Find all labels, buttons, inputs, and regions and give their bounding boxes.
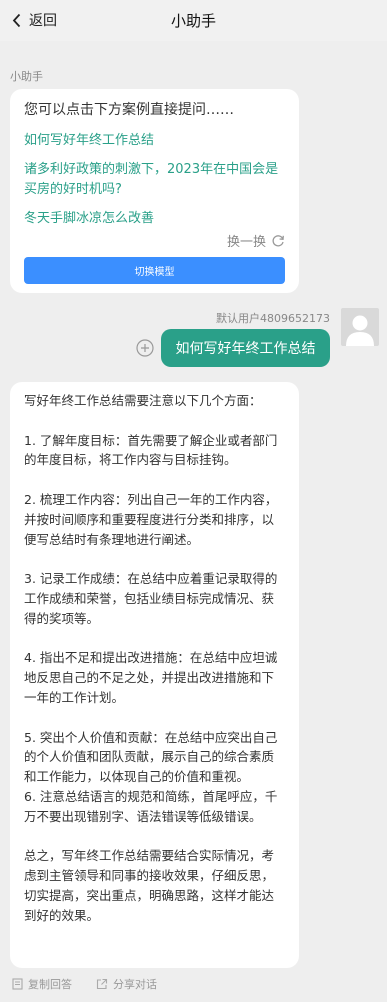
bot-name: 小助手 — [10, 70, 43, 83]
back-label: 返回 — [29, 13, 57, 29]
suggestion-link[interactable]: 诸多利好政策的刺激下，2023年在中国会是买房的好时机吗? — [24, 160, 285, 200]
user-avatar-icon — [346, 315, 374, 346]
intro-text: 您可以点击下方案例直接提问…… — [24, 102, 234, 118]
user-avatar — [341, 308, 379, 346]
share-chat-label: 分享对话 — [113, 978, 157, 991]
copy-icon — [12, 978, 23, 990]
top-bar: 返回 小助手 — [0, 0, 387, 41]
suggestion-link[interactable]: 冬天手脚冰凉怎么改善 — [24, 209, 285, 229]
share-icon — [96, 978, 108, 990]
suggestion-link[interactable]: 如何写好年终工作总结 — [24, 131, 285, 151]
user-message-bubble: 如何写好年终工作总结 — [161, 329, 330, 367]
share-chat-button[interactable]: 分享对话 — [96, 976, 157, 992]
answer-text: 写好年终工作总结需要注意以下几个方面： 1. 了解年度目标：首先需要了解企业或者… — [24, 393, 278, 923]
page-title: 小助手 — [170, 12, 216, 30]
switch-model-button[interactable]: 切换模型 — [24, 257, 285, 284]
refresh-icon — [272, 234, 284, 246]
user-name: 默认用户4809652173 — [216, 312, 330, 325]
refresh-label: 换一换 — [226, 235, 266, 250]
add-circle-icon[interactable] — [136, 339, 154, 357]
copy-answer-button[interactable]: 复制回答 — [12, 976, 72, 992]
back-button[interactable]: 返回 — [12, 10, 57, 30]
answer-actions: 复制回答 分享对话 — [12, 976, 157, 992]
intro-card: 您可以点击下方案例直接提问…… 如何写好年终工作总结 诸多利好政策的刺激下，20… — [10, 89, 299, 293]
answer-card: 写好年终工作总结需要注意以下几个方面： 1. 了解年度目标：首先需要了解企业或者… — [10, 382, 299, 968]
copy-answer-label: 复制回答 — [28, 978, 72, 991]
refresh-button[interactable]: 换一换 — [227, 231, 285, 250]
chevron-left-icon — [12, 13, 21, 27]
